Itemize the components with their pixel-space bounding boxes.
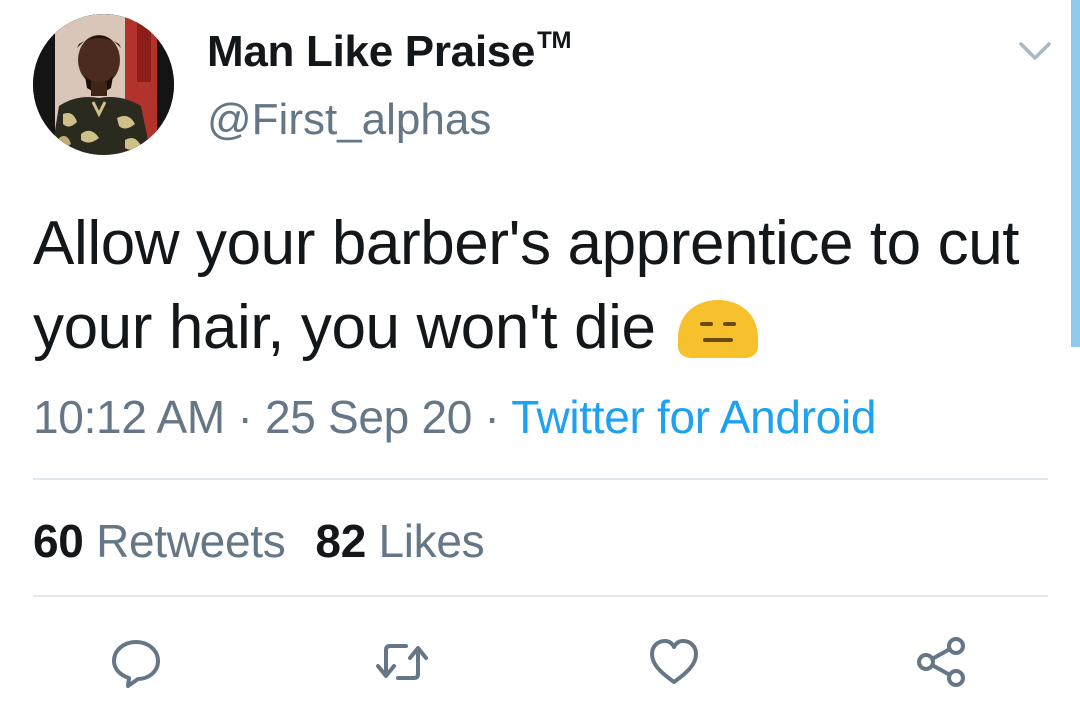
likes-label: Likes <box>378 515 485 567</box>
tweet-body: Allow your barber's apprentice to cut yo… <box>33 209 1020 362</box>
tweet-source-link[interactable]: Twitter for Android <box>511 391 876 443</box>
divider-top <box>33 478 1048 480</box>
avatar[interactable] <box>33 14 174 155</box>
retweets-count: 60 <box>33 515 84 567</box>
display-name[interactable]: Man Like PraiseTM <box>207 27 571 77</box>
user-handle[interactable]: @First_alphas <box>207 95 491 145</box>
likes-count: 82 <box>315 515 366 567</box>
meta-separator: · <box>237 391 253 443</box>
tweet-stats: 60 Retweets 82 Likes <box>33 514 485 568</box>
retweets-stat[interactable]: 60 Retweets <box>33 515 286 567</box>
heart-icon[interactable] <box>646 634 702 690</box>
retweets-label: Retweets <box>96 515 286 567</box>
tweet-time: 10:12 AM <box>33 391 225 443</box>
tweet-date: 25 Sep 20 <box>264 391 473 443</box>
likes-stat[interactable]: 82 Likes <box>315 515 484 567</box>
chevron-down-icon[interactable] <box>1017 39 1053 63</box>
tweet-meta: 10:12 AM · 25 Sep 20 · Twitter for Andro… <box>33 390 877 444</box>
avatar-photo <box>33 14 174 155</box>
share-icon[interactable] <box>913 634 969 690</box>
expressionless-face-emoji <box>676 298 760 360</box>
divider-bottom <box>33 595 1048 597</box>
retweet-icon[interactable] <box>374 634 430 690</box>
meta-separator-2: · <box>484 391 500 443</box>
reply-icon[interactable] <box>108 634 164 690</box>
tweet-card: Man Like PraiseTM @First_alphas Allow yo… <box>0 0 1080 719</box>
trademark-symbol: TM <box>537 27 572 54</box>
scroll-indicator[interactable] <box>1071 0 1080 347</box>
tweet-text: Allow your barber's apprentice to cut yo… <box>33 202 1053 370</box>
display-name-text: Man Like Praise <box>207 27 536 76</box>
